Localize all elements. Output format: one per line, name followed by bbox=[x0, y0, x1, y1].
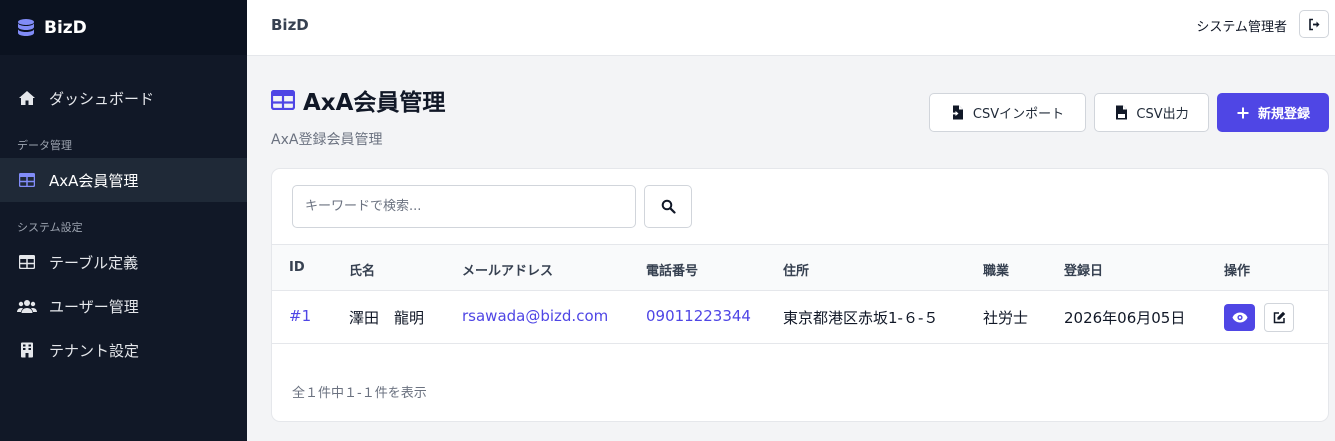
members-card: ID 氏名 メールアドレス 電話番号 住所 職業 登録日 操作 #1 澤田 龍明… bbox=[271, 168, 1329, 422]
csv-import-button[interactable]: CSVインポート bbox=[929, 93, 1086, 132]
file-csv-icon bbox=[1114, 105, 1128, 121]
cell-date: 2026年06月05日 bbox=[1064, 309, 1186, 327]
cell-phone-link[interactable]: 09011223344 bbox=[646, 307, 751, 325]
edit-icon bbox=[1269, 308, 1289, 328]
sidebar-item-label: テナント設定 bbox=[49, 341, 140, 360]
file-import-icon bbox=[951, 105, 965, 121]
topbar-title: BizD bbox=[271, 16, 309, 34]
sidebar-item-users[interactable]: ユーザー管理 bbox=[0, 284, 247, 328]
logout-icon bbox=[1304, 14, 1324, 34]
sidebar-item-label: AxA会員管理 bbox=[49, 171, 139, 190]
sidebar-item-table-definition[interactable]: テーブル定義 bbox=[0, 240, 247, 284]
view-button[interactable] bbox=[1224, 304, 1255, 331]
sidebar-item-label: テーブル定義 bbox=[49, 253, 139, 272]
search-input[interactable] bbox=[292, 185, 636, 228]
table-icon bbox=[17, 252, 37, 272]
new-registration-label: 新規登録 bbox=[1257, 107, 1310, 122]
home-icon bbox=[17, 88, 37, 108]
cell-name: 澤田 龍明 bbox=[349, 309, 425, 327]
page-header: AxA会員管理 AxA登録会員管理 bbox=[271, 83, 445, 149]
new-registration-button[interactable]: 新規登録 bbox=[1217, 93, 1329, 132]
sidebar-section-system: システム設定 bbox=[17, 221, 83, 234]
brand[interactable]: BizD bbox=[0, 0, 247, 55]
sidebar-item-dashboard[interactable]: ダッシュボード bbox=[0, 76, 247, 120]
topbar: BizD システム管理者 bbox=[247, 0, 1335, 56]
sidebar-item-tenant-settings[interactable]: テナント設定 bbox=[0, 328, 247, 372]
table-header: ID 氏名 メールアドレス 電話番号 住所 職業 登録日 操作 bbox=[272, 244, 1328, 291]
sidebar-section-data: データ管理 bbox=[17, 139, 72, 152]
table-icon bbox=[17, 170, 37, 190]
sidebar-item-label: ダッシュボード bbox=[49, 89, 155, 108]
cell-job: 社労士 bbox=[983, 309, 1029, 327]
column-header-actions: 操作 bbox=[1224, 264, 1251, 279]
cell-email-link[interactable]: rsawada@bizd.com bbox=[462, 307, 608, 325]
pagination-summary: 全１件中１-１件を表示 bbox=[292, 386, 427, 401]
column-header-email: メールアドレス bbox=[462, 264, 554, 279]
csv-import-label: CSVインポート bbox=[972, 107, 1065, 122]
sidebar: BizD ダッシュボード データ管理 AxA会員管理 システム設定 テーブル定義… bbox=[0, 0, 247, 441]
database-icon bbox=[16, 18, 36, 38]
edit-button[interactable] bbox=[1264, 303, 1294, 332]
users-icon bbox=[17, 296, 37, 316]
csv-export-label: CSV出力 bbox=[1136, 107, 1189, 122]
plus-icon bbox=[1236, 106, 1250, 120]
page-subtitle: AxA登録会員管理 bbox=[271, 132, 383, 148]
search-button[interactable] bbox=[644, 185, 692, 228]
table-row: #1 澤田 龍明 rsawada@bizd.com 09011223344 東京… bbox=[272, 291, 1328, 344]
sidebar-item-axa-members[interactable]: AxA会員管理 bbox=[0, 158, 247, 202]
column-header-phone: 電話番号 bbox=[646, 264, 699, 279]
column-header-address: 住所 bbox=[783, 264, 810, 279]
current-user-name: システム管理者 bbox=[1196, 20, 1287, 35]
search-icon bbox=[658, 197, 678, 217]
building-icon bbox=[17, 340, 37, 360]
column-header-date: 登録日 bbox=[1064, 264, 1104, 279]
sidebar-item-label: ユーザー管理 bbox=[49, 297, 139, 316]
column-header-name: 氏名 bbox=[349, 264, 376, 279]
column-header-job: 職業 bbox=[983, 264, 1010, 279]
brand-name: BizD bbox=[44, 17, 87, 38]
page-title-text: AxA会員管理 bbox=[303, 90, 446, 116]
table-icon bbox=[271, 88, 295, 112]
cell-id[interactable]: #1 bbox=[289, 307, 311, 325]
cell-address: 東京都港区赤坂1-６-５ bbox=[783, 309, 939, 327]
page-title: AxA会員管理 bbox=[271, 83, 445, 117]
logout-button[interactable] bbox=[1299, 10, 1329, 38]
eye-icon bbox=[1230, 308, 1250, 328]
column-header-id: ID bbox=[289, 260, 305, 275]
csv-export-button[interactable]: CSV出力 bbox=[1094, 93, 1209, 132]
